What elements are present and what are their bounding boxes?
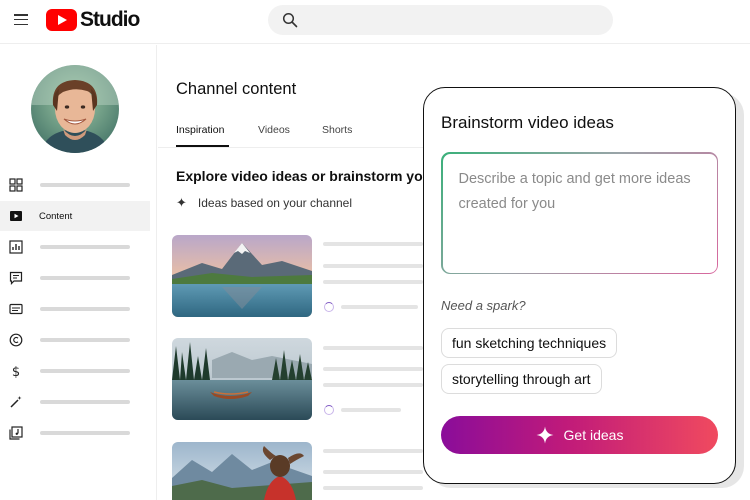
search-bar[interactable] [268,5,613,35]
page-title: Channel content [176,80,297,98]
sidebar-item-earn[interactable]: $ [0,356,150,386]
nav-label-placeholder [40,245,130,249]
hamburger-menu-icon[interactable] [14,14,28,26]
sidebar: Content $ [0,45,157,500]
nav-label-placeholder [40,183,130,187]
customization-icon [10,396,22,408]
topic-input[interactable]: Describe a topic and get more ideas crea… [442,153,717,273]
analytics-icon [9,240,23,254]
sidebar-item-label: Content [39,210,73,222]
sidebar-item-copyright[interactable] [0,325,150,355]
youtube-play-icon [46,9,77,31]
sidebar-item-analytics[interactable] [0,232,150,262]
suggestion-chip[interactable]: fun sketching techniques [441,328,618,358]
comments-icon [9,271,23,285]
sidebar-item-customization[interactable] [0,387,150,417]
loading-spinner-icon [324,302,334,312]
suggestion-chip[interactable]: storytelling through art [441,364,602,394]
need-a-spark-label: Need a spark? [441,298,526,313]
topic-input-placeholder: Describe a topic and get more ideas crea… [458,170,691,212]
studio-logo[interactable]: Studio [46,8,140,31]
audio-library-icon [9,426,23,440]
idea-title-placeholder [323,449,423,453]
idea-text-placeholder [323,470,423,474]
nav-label-placeholder [40,431,130,435]
sparkle-icon: ✦ [176,195,187,210]
active-tab-indicator [176,145,229,147]
video-idea-thumbnail[interactable] [172,338,312,420]
dashboard-icon [9,178,23,192]
search-icon [282,12,298,28]
nav-label-placeholder [40,307,130,311]
idea-text-placeholder [323,383,423,387]
svg-text:$: $ [12,365,20,378]
video-idea-thumbnail[interactable] [172,442,312,500]
sidebar-item-dashboard[interactable] [0,170,150,200]
get-ideas-label: Get ideas [563,427,624,443]
earn-icon: $ [12,365,20,378]
loading-spinner-icon [324,405,334,415]
sidebar-item-comments[interactable] [0,263,150,293]
brainstorm-panel: Brainstorm video ideas Describe a topic … [423,87,736,484]
tabs-divider [158,147,428,148]
idea-title-placeholder [323,346,423,350]
explore-heading: Explore video ideas or brainstorm you [176,168,432,184]
ideas-label: Ideas based on your channel [197,196,353,210]
nav-label-placeholder [40,369,130,373]
content-icon [10,211,22,221]
sidebar-item-audio-library[interactable] [0,418,150,448]
idea-text-placeholder [323,264,423,268]
logo-text: Studio [80,8,140,31]
idea-text-placeholder [323,486,423,490]
video-idea-thumbnail[interactable] [172,235,312,317]
nav-label-placeholder [40,276,130,280]
get-ideas-button[interactable]: Get ideas [441,416,718,454]
sidebar-item-content[interactable]: Content [0,201,150,231]
idea-text-placeholder [323,280,423,284]
ideas-based-on-channel: ✦ Ideas based on your channel [176,195,352,211]
topic-input-frame: Describe a topic and get more ideas crea… [441,152,718,274]
idea-meta-placeholder [341,408,401,412]
sparkle-icon [536,426,554,444]
channel-avatar[interactable] [31,65,119,153]
top-bar: Studio [0,0,750,44]
sidebar-item-subtitles[interactable] [0,294,150,324]
copyright-icon [9,333,23,347]
idea-text-placeholder [323,367,423,371]
idea-meta-placeholder [341,305,418,309]
nav-label-placeholder [40,338,130,342]
tab-inspiration[interactable]: Inspiration [176,124,224,136]
nav-label-placeholder [40,400,130,404]
subtitles-icon [9,303,23,315]
tab-shorts[interactable]: Shorts [322,124,352,136]
idea-title-placeholder [323,242,423,246]
tab-videos[interactable]: Videos [258,124,290,136]
brainstorm-title: Brainstorm video ideas [441,113,614,132]
